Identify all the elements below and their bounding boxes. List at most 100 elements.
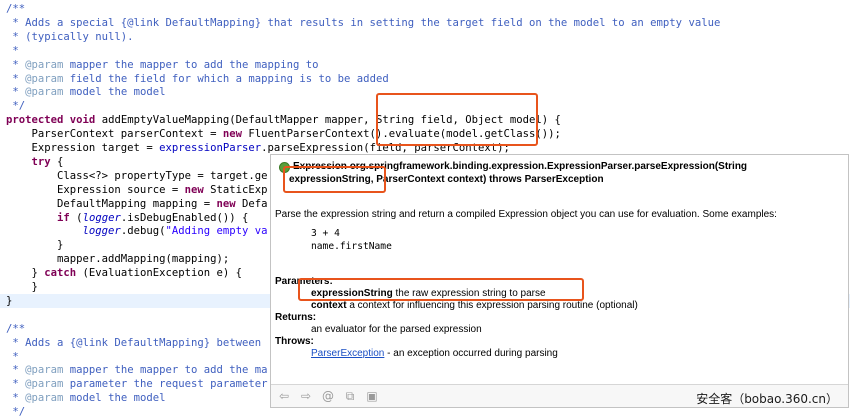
code-token: if bbox=[57, 211, 70, 224]
code-line[interactable]: * @param field the field for which a map… bbox=[6, 72, 389, 86]
code-token: "Adding empty va bbox=[165, 225, 268, 238]
back-arrow-icon[interactable]: ⇦ bbox=[277, 389, 291, 403]
code-token: FluentParserContext().evaluate(model.get… bbox=[242, 128, 561, 141]
code-token: * bbox=[6, 378, 26, 391]
code-line[interactable]: logger.debug("Adding empty va bbox=[6, 224, 268, 238]
code-token: logger bbox=[82, 225, 121, 238]
code-token: try bbox=[31, 155, 51, 168]
code-token: logger bbox=[82, 211, 121, 224]
code-token: mapper.addMapping(mapping); bbox=[6, 253, 230, 266]
code-token: * bbox=[6, 44, 19, 57]
at-icon[interactable]: @ bbox=[321, 389, 335, 403]
code-token: void bbox=[69, 114, 96, 127]
code-token: @param bbox=[25, 392, 64, 405]
throws-desc: - an exception occurred during parsing bbox=[384, 348, 558, 359]
code-token: * bbox=[6, 86, 26, 99]
code-line[interactable]: } bbox=[6, 238, 63, 252]
code-token: field the field for which a mapping is t… bbox=[63, 72, 389, 85]
code-line[interactable]: try { bbox=[6, 155, 64, 169]
code-token: { bbox=[50, 155, 64, 168]
returns-desc: an evaluator for the parsed expression bbox=[311, 324, 482, 335]
parameters-heading: Parameters: bbox=[275, 276, 333, 287]
code-token: .isDebugEnabled()) { bbox=[120, 211, 249, 224]
code-line[interactable]: ParserContext parserContext = new Fluent… bbox=[6, 127, 561, 141]
throws-heading: Throws: bbox=[275, 336, 314, 347]
javadoc-icon bbox=[279, 162, 290, 173]
code-token: } bbox=[6, 239, 64, 252]
code-token: * (typically null). bbox=[6, 30, 134, 43]
code-token: protected bbox=[6, 114, 64, 127]
code-line[interactable]: DefaultMapping mapping = new Defa bbox=[6, 197, 268, 211]
code-token: new bbox=[216, 197, 236, 210]
code-token: mapper the mapper to add the ma bbox=[63, 364, 268, 377]
code-token: * bbox=[6, 72, 26, 85]
code-line[interactable]: } bbox=[6, 280, 38, 294]
code-line[interactable]: * @param model the model bbox=[6, 85, 165, 99]
code-line[interactable]: * bbox=[6, 44, 19, 58]
returns-heading: Returns: bbox=[275, 312, 317, 323]
param-desc: a context for influencing this expressio… bbox=[346, 300, 638, 311]
javadoc-hover-popup: Expression org.springframework.binding.e… bbox=[270, 154, 849, 408]
code-line[interactable]: * Adds a special {@link DefaultMapping} … bbox=[6, 16, 720, 30]
code-line[interactable]: /** bbox=[6, 2, 25, 16]
signature-line-2: expressionString, ParserContext context)… bbox=[289, 174, 604, 185]
param-expressionstring: expressionString the raw expression stri… bbox=[311, 288, 546, 299]
code-line[interactable]: mapper.addMapping(mapping); bbox=[6, 252, 229, 266]
code-token: catch bbox=[44, 267, 77, 280]
code-token: /** bbox=[6, 322, 26, 335]
code-token: addEmptyValueMapping(DefaultMapper mappe… bbox=[95, 114, 561, 127]
code-line[interactable]: Expression source = new StaticExp bbox=[6, 183, 268, 197]
code-token: ParserContext parserContext = bbox=[6, 128, 223, 141]
code-token: } bbox=[6, 267, 45, 280]
code-line[interactable]: Class<?> propertyType = target.ge bbox=[6, 169, 267, 183]
code-token: /** bbox=[6, 3, 26, 15]
code-line[interactable]: * @param parameter the request parameter bbox=[6, 377, 268, 391]
forward-arrow-icon[interactable]: ⇨ bbox=[299, 389, 313, 403]
code-line[interactable]: * @param mapper the mapper to add the ma bbox=[6, 363, 268, 377]
param-name: context bbox=[311, 300, 347, 311]
code-line[interactable]: * (typically null). bbox=[6, 30, 134, 44]
code-token: .parseExpression(field, parserContext); bbox=[261, 142, 510, 154]
code-line[interactable]: * @param mapper the mapper to add the ma… bbox=[6, 58, 318, 72]
signature-line-1: Expression org.springframework.binding.e… bbox=[293, 161, 748, 172]
code-token: ( bbox=[69, 211, 83, 224]
signature-rest: , ParserContext context) throws ParserEx… bbox=[370, 174, 604, 185]
code-token: } bbox=[6, 281, 38, 293]
code-token: * bbox=[6, 364, 26, 377]
code-line[interactable]: * bbox=[6, 350, 19, 364]
param-context: context a context for influencing this e… bbox=[311, 300, 638, 311]
code-line[interactable]: */ bbox=[6, 405, 25, 419]
example-2: name.firstName bbox=[311, 241, 392, 252]
parser-exception-link[interactable]: ParserException bbox=[311, 348, 384, 359]
code-token: DefaultMapping mapping = bbox=[6, 197, 217, 210]
code-token: */ bbox=[6, 100, 26, 113]
code-token: parameter the request parameter bbox=[63, 378, 268, 391]
code-token: (EvaluationException e) { bbox=[76, 267, 242, 280]
code-line[interactable]: } catch (EvaluationException e) { bbox=[6, 266, 243, 280]
watermark: 安全客（bobao.360.cn） bbox=[696, 392, 838, 406]
code-token: StaticExp bbox=[203, 183, 268, 196]
code-token: } bbox=[6, 294, 13, 307]
code-line[interactable]: Expression target = expressionParser.par… bbox=[6, 141, 510, 155]
code-token: new bbox=[222, 128, 242, 141]
code-line[interactable]: */ bbox=[6, 99, 25, 113]
code-line[interactable]: protected void addEmptyValueMapping(Defa… bbox=[6, 113, 561, 127]
param-desc: the raw expression string to parse bbox=[392, 288, 546, 299]
open-declaration-icon[interactable]: ⧉ bbox=[343, 389, 357, 403]
code-line[interactable]: /** bbox=[6, 322, 25, 336]
example-1: 3 + 4 bbox=[311, 228, 340, 239]
code-line[interactable]: * @param model the model bbox=[6, 391, 165, 405]
throws-entry: ParserException - an exception occurred … bbox=[311, 348, 558, 359]
open-external-icon[interactable]: ▣ bbox=[365, 389, 379, 403]
code-token: Defa bbox=[235, 197, 268, 210]
code-token: */ bbox=[6, 406, 26, 419]
code-token: @param bbox=[25, 86, 64, 99]
code-line[interactable]: * Adds a {@link DefaultMapping} between bbox=[6, 336, 261, 350]
code-line[interactable]: if (logger.isDebugEnabled()) { bbox=[6, 211, 248, 225]
code-token: .debug( bbox=[120, 225, 166, 238]
code-token: * bbox=[6, 350, 19, 363]
code-token: model the model bbox=[63, 392, 166, 405]
